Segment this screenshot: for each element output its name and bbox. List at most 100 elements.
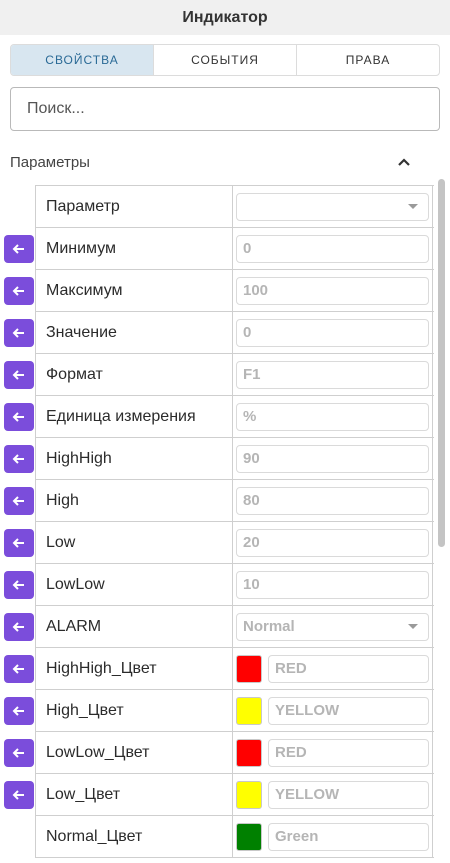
property-label: Максимум xyxy=(35,270,233,311)
property-value-cell: YELLOW xyxy=(233,774,433,815)
property-row: High 80 xyxy=(4,480,434,522)
chevron-down-icon xyxy=(408,624,418,629)
bind-link-button[interactable] xyxy=(4,739,34,767)
property-label: Normal_Цвет xyxy=(35,816,233,857)
property-input[interactable]: 10 xyxy=(236,570,429,599)
arrow-left-icon xyxy=(12,663,26,675)
color-swatch[interactable] xyxy=(236,738,262,767)
color-swatch[interactable] xyxy=(236,822,262,851)
property-value-cell: 0 xyxy=(233,312,433,353)
bind-link-button[interactable] xyxy=(4,697,34,725)
bind-link-button[interactable] xyxy=(4,235,34,263)
property-select[interactable]: Normal xyxy=(236,612,429,641)
bind-link-button[interactable] xyxy=(4,529,34,557)
panel-header: Индикатор xyxy=(0,0,450,35)
search-input[interactable] xyxy=(10,87,440,131)
property-input[interactable]: 0 xyxy=(236,318,429,347)
property-label: Минимум xyxy=(35,228,233,269)
arrow-left-icon xyxy=(12,369,26,381)
property-label: Параметр xyxy=(35,186,233,227)
property-input[interactable]: 100 xyxy=(236,276,429,305)
color-value-field[interactable]: RED xyxy=(268,654,429,683)
parameters-section-header[interactable]: Параметры xyxy=(0,148,432,176)
property-label: ALARM xyxy=(35,606,233,647)
property-value-cell: RED xyxy=(233,648,433,689)
property-label: Значение xyxy=(35,312,233,353)
tab-rights[interactable]: ПРАВА xyxy=(297,45,439,75)
bind-link-button[interactable] xyxy=(4,781,34,809)
property-label: High_Цвет xyxy=(35,690,233,731)
property-input[interactable]: % xyxy=(236,402,429,431)
property-value-cell: RED xyxy=(233,732,433,773)
property-row: Параметр xyxy=(35,186,434,228)
property-input[interactable]: 90 xyxy=(236,444,429,473)
bind-link-button[interactable] xyxy=(4,277,34,305)
property-select[interactable] xyxy=(236,192,429,221)
property-label: HighHigh_Цвет xyxy=(35,648,233,689)
arrow-left-icon xyxy=(12,621,26,633)
color-value-field[interactable]: Green xyxy=(268,822,429,851)
color-value-field[interactable]: YELLOW xyxy=(268,696,429,725)
arrow-left-icon xyxy=(12,243,26,255)
color-swatch[interactable] xyxy=(236,654,262,683)
property-label: Формат xyxy=(35,354,233,395)
properties-grid: Параметр Минимум 0 Максимум 100 Значение 0 Форм… xyxy=(4,185,434,858)
property-value-cell: YELLOW xyxy=(233,690,433,731)
property-value-cell: 90 xyxy=(233,438,433,479)
color-value-field[interactable]: YELLOW xyxy=(268,780,429,809)
property-label: LowLow_Цвет xyxy=(35,732,233,773)
property-value-cell: % xyxy=(233,396,433,437)
chevron-up-icon[interactable] xyxy=(396,154,412,170)
property-label: HighHigh xyxy=(35,438,233,479)
color-swatch[interactable] xyxy=(236,696,262,725)
tab-properties[interactable]: СВОЙСТВА xyxy=(11,45,154,75)
scrollbar[interactable] xyxy=(437,176,446,863)
color-swatch[interactable] xyxy=(236,780,262,809)
arrow-left-icon xyxy=(12,537,26,549)
property-label: LowLow xyxy=(35,564,233,605)
property-input[interactable]: 20 xyxy=(236,528,429,557)
section-title: Параметры xyxy=(10,153,90,171)
property-row: LowLow 10 xyxy=(4,564,434,606)
bind-link-button[interactable] xyxy=(4,403,34,431)
property-row: LowLow_Цвет RED xyxy=(4,732,434,774)
property-label: Единица измерения xyxy=(35,396,233,437)
property-row: Low 20 xyxy=(4,522,434,564)
color-value-field[interactable]: RED xyxy=(268,738,429,767)
property-value-cell: 100 xyxy=(233,270,433,311)
property-row: HighHigh 90 xyxy=(4,438,434,480)
property-row: Формат F1 xyxy=(4,354,434,396)
bind-link-button[interactable] xyxy=(4,445,34,473)
bind-link-button[interactable] xyxy=(4,613,34,641)
property-value-cell: Green xyxy=(233,816,433,857)
bind-link-button[interactable] xyxy=(4,655,34,683)
property-row: High_Цвет YELLOW xyxy=(4,690,434,732)
bind-link-button[interactable] xyxy=(4,571,34,599)
property-input[interactable]: 0 xyxy=(236,234,429,263)
property-value-cell: 0 xyxy=(233,228,433,269)
arrow-left-icon xyxy=(12,411,26,423)
property-row: Значение 0 xyxy=(4,312,434,354)
bind-link-button[interactable] xyxy=(4,319,34,347)
property-row: Low_Цвет YELLOW xyxy=(4,774,434,816)
arrow-left-icon xyxy=(12,579,26,591)
panel-title: Индикатор xyxy=(182,8,268,26)
property-value-cell xyxy=(233,186,433,227)
property-value-cell: 20 xyxy=(233,522,433,563)
property-label: Low xyxy=(35,522,233,563)
arrow-left-icon xyxy=(12,327,26,339)
arrow-left-icon xyxy=(12,747,26,759)
property-label: Low_Цвет xyxy=(35,774,233,815)
bind-link-button[interactable] xyxy=(4,487,34,515)
property-input[interactable]: 80 xyxy=(236,486,429,515)
bind-link-button[interactable] xyxy=(4,361,34,389)
property-input[interactable]: F1 xyxy=(236,360,429,389)
property-row: Единица измерения% xyxy=(4,396,434,438)
property-value-cell: 80 xyxy=(233,480,433,521)
arrow-left-icon xyxy=(12,705,26,717)
property-row: ALARM Normal xyxy=(4,606,434,648)
scrollbar-thumb[interactable] xyxy=(438,179,445,547)
arrow-left-icon xyxy=(12,789,26,801)
property-row: Максимум 100 xyxy=(4,270,434,312)
tab-events[interactable]: СОБЫТИЯ xyxy=(154,45,297,75)
